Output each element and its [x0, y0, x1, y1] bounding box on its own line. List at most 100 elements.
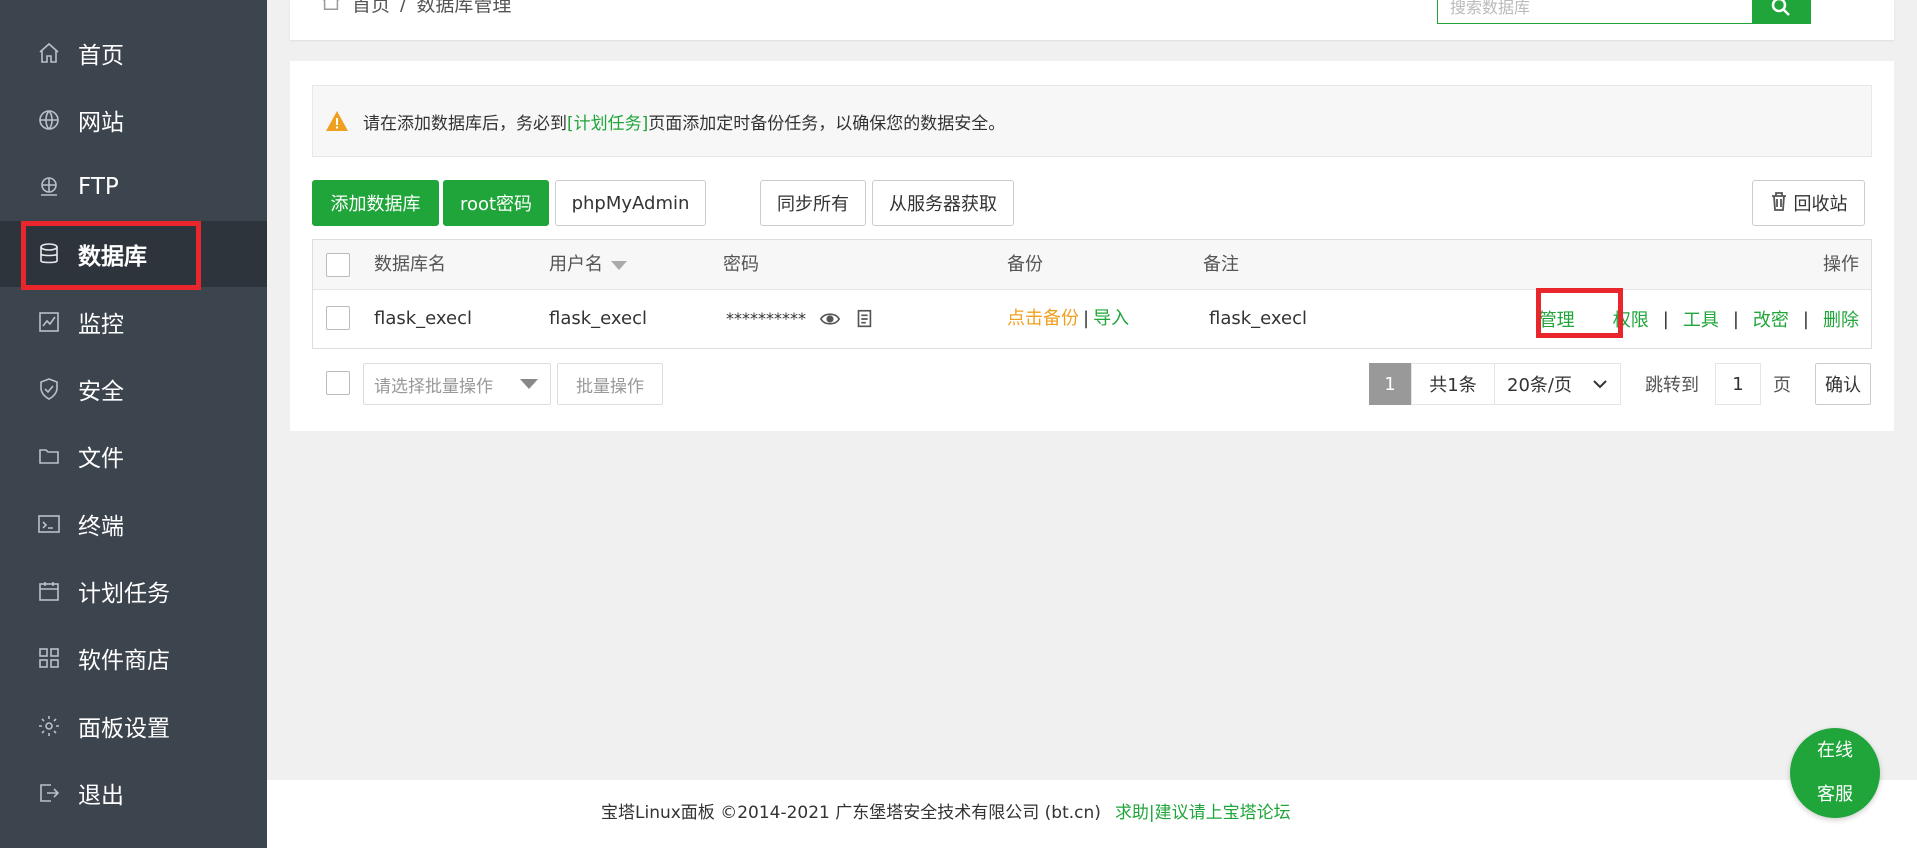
batch-action-placeholder: 请选择批量操作 — [374, 376, 493, 397]
permission-link[interactable]: 权限 — [1613, 306, 1649, 332]
breadcrumb-separator: / — [400, 0, 407, 15]
sidebar-item-monitor[interactable]: 监控 — [0, 289, 267, 355]
notice-banner: 请在添加数据库后，务必到 [计划任务] 页面添加定时备份任务，以确保您的数据安全… — [312, 85, 1872, 157]
sidebar-item-label: 计划任务 — [78, 581, 170, 607]
cell-backup: 点击备份 | 导入 — [1007, 290, 1129, 348]
header-username[interactable]: 用户名 — [549, 240, 627, 290]
sidebar-item-security[interactable]: 安全 — [0, 356, 267, 422]
jump-to-input[interactable]: 1 — [1715, 363, 1761, 405]
sidebar-item-terminal[interactable]: 终端 — [0, 491, 267, 557]
sidebar-item-label: 安全 — [78, 379, 124, 405]
fetch-from-server-button[interactable]: 从服务器获取 — [872, 180, 1014, 226]
phpmyadmin-button[interactable]: phpMyAdmin — [555, 180, 706, 226]
sidebar-item-label: 数据库 — [78, 244, 147, 270]
ops-separator: | — [1802, 308, 1809, 330]
sidebar-item-label: 网站 — [78, 110, 124, 136]
batch-action-select[interactable]: 请选择批量操作 — [363, 363, 551, 405]
chevron-down-icon — [1593, 380, 1607, 389]
change-password-link[interactable]: 改密 — [1753, 306, 1789, 332]
sidebar-item-label: 首页 — [78, 43, 124, 69]
ops-separator: | — [1732, 308, 1739, 330]
backup-link[interactable]: 点击备份 — [1007, 308, 1079, 329]
sort-down-icon — [611, 260, 627, 270]
warning-icon — [326, 111, 348, 131]
import-link[interactable]: 导入 — [1093, 308, 1129, 329]
terminal-icon — [36, 511, 62, 537]
logout-icon — [36, 780, 62, 806]
online-support-button[interactable]: 在线 客服 — [1790, 728, 1880, 818]
sidebar-item-cron[interactable]: 计划任务 — [0, 558, 267, 624]
sidebar-item-database[interactable]: 数据库 — [0, 221, 267, 287]
delete-link[interactable]: 删除 — [1823, 306, 1859, 332]
select-all-checkbox[interactable] — [326, 253, 350, 277]
home-icon — [36, 40, 62, 66]
per-page-select[interactable]: 20条/页 — [1494, 363, 1621, 405]
page-current[interactable]: 1 — [1369, 363, 1411, 405]
caret-down-icon — [520, 379, 538, 389]
breadcrumb: 首页 / 数据库管理 — [320, 0, 511, 17]
breadcrumb-home[interactable]: 首页 — [352, 0, 390, 17]
grid-icon — [36, 645, 62, 671]
home-icon — [320, 0, 342, 17]
chat-line-1: 在线 — [1817, 740, 1853, 761]
page-unit-label: 页 — [1773, 375, 1791, 396]
jump-confirm-button[interactable]: 确认 — [1815, 363, 1871, 405]
eye-icon[interactable] — [819, 290, 841, 348]
database-icon — [36, 241, 62, 267]
footer-copyright: 宝塔Linux面板 ©2014-2021 广东堡塔安全技术有限公司 (bt.cn… — [601, 803, 1101, 823]
per-page-value: 20条/页 — [1507, 375, 1572, 396]
root-password-button[interactable]: root密码 — [443, 180, 549, 226]
search-icon — [1771, 0, 1790, 16]
search-input[interactable] — [1438, 0, 1752, 23]
shield-icon — [36, 376, 62, 402]
header-backup: 备份 — [1007, 254, 1043, 275]
sidebar-item-label: 监控 — [78, 312, 124, 338]
header-note: 备注 — [1203, 254, 1239, 275]
sync-all-button[interactable]: 同步所有 — [760, 180, 866, 226]
sidebar: 首页 网站 FTP 数据库 监控 安全 文件 终端 计划任务 软件商店 面板设置 — [0, 0, 267, 848]
chat-line-2: 客服 — [1817, 784, 1853, 805]
cell-username: flask_execl — [549, 308, 647, 329]
breadcrumb-current: 数据库管理 — [416, 0, 512, 16]
batch-select-all-checkbox[interactable] — [326, 371, 350, 395]
jump-to-label: 跳转到 — [1645, 375, 1699, 396]
page-total: 共1条 — [1411, 363, 1495, 405]
search-box — [1437, 0, 1811, 24]
gear-icon — [36, 713, 62, 739]
notice-link-cron[interactable]: [计划任务] — [567, 109, 648, 134]
footer-forum-link[interactable]: 求助|建议请上宝塔论坛 — [1115, 803, 1291, 823]
globe-icon — [36, 107, 62, 133]
row-actions: 管理 | 权限 | 工具 | 改密 | 删除 — [1539, 290, 1859, 348]
recycle-bin-label: 回收站 — [1793, 194, 1848, 215]
sidebar-item-website[interactable]: 网站 — [0, 87, 267, 153]
sidebar-item-logout[interactable]: 退出 — [0, 760, 267, 826]
header-password: 密码 — [723, 254, 759, 275]
backup-separator: | — [1083, 308, 1090, 329]
header-db-name: 数据库名 — [374, 254, 446, 275]
calendar-icon — [36, 578, 62, 604]
table-row: flask_execl flask_execl ********** 点击备份 |… — [313, 290, 1871, 348]
sidebar-item-label: 软件商店 — [78, 648, 170, 674]
sidebar-item-label: 文件 — [78, 446, 124, 472]
main-panel: 请在添加数据库后，务必到 [计划任务] 页面添加定时备份任务，以确保您的数据安全… — [290, 61, 1894, 431]
manage-link[interactable]: 管理 — [1539, 306, 1575, 332]
ops-separator: | — [1662, 308, 1669, 330]
sidebar-item-settings[interactable]: 面板设置 — [0, 693, 267, 759]
footer: 宝塔Linux面板 ©2014-2021 广东堡塔安全技术有限公司 (bt.cn… — [267, 780, 1917, 848]
copy-icon[interactable] — [853, 290, 875, 348]
search-button[interactable] — [1752, 0, 1810, 23]
tools-link[interactable]: 工具 — [1683, 306, 1719, 332]
sidebar-item-label: 退出 — [78, 783, 124, 809]
sidebar-item-store[interactable]: 软件商店 — [0, 625, 267, 691]
sidebar-item-label: FTP — [78, 174, 119, 200]
sidebar-item-files[interactable]: 文件 — [0, 423, 267, 489]
sidebar-item-home[interactable]: 首页 — [0, 20, 267, 86]
cell-password: ********** — [726, 309, 806, 328]
sidebar-item-ftp[interactable]: FTP — [0, 154, 267, 220]
trash-icon — [1770, 191, 1794, 216]
row-checkbox[interactable] — [326, 306, 350, 330]
add-database-button[interactable]: 添加数据库 — [312, 180, 439, 226]
batch-action-button[interactable]: 批量操作 — [557, 363, 663, 405]
ops-separator: | — [1594, 308, 1601, 330]
recycle-bin-button[interactable]: 回收站 — [1752, 180, 1865, 226]
